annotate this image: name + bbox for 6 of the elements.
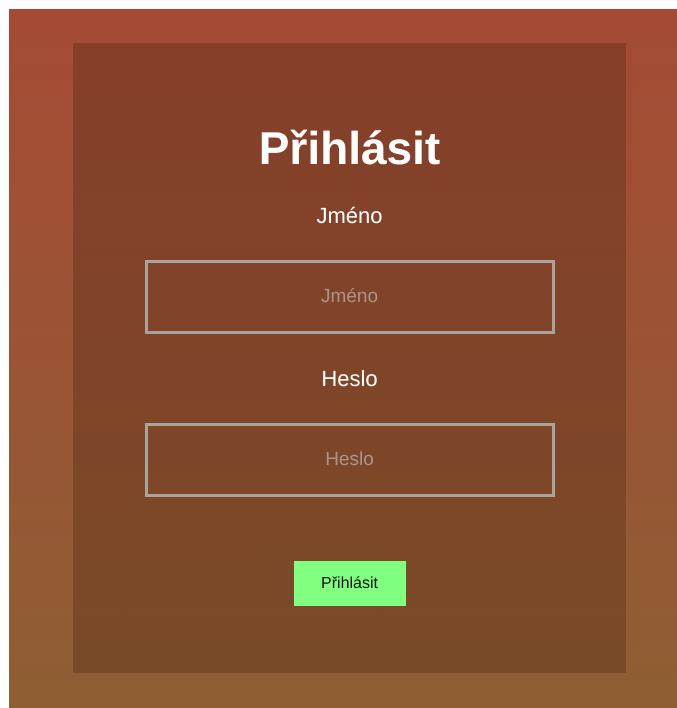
input-field[interactable]: Jméno xyxy=(144,260,554,334)
input-field[interactable]: Heslo xyxy=(144,423,554,497)
login-title: Přihlásit xyxy=(258,125,440,171)
login-button[interactable]: Přihlásit xyxy=(294,561,406,606)
field-label: Jméno xyxy=(316,205,383,227)
field-label: Heslo xyxy=(321,368,378,390)
